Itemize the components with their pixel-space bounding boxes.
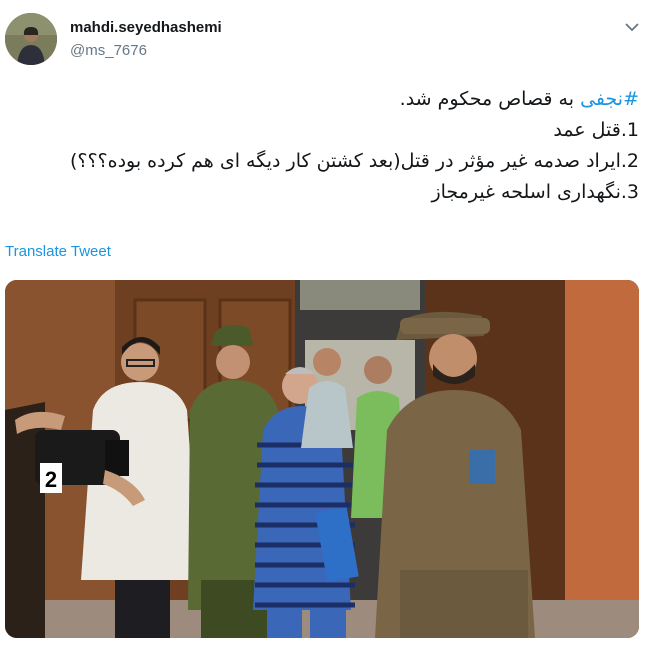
tweet-line-1: #نجفی به قصاص محکوم شد. — [0, 84, 639, 115]
hashtag-link[interactable]: #نجفی — [580, 88, 639, 110]
avatar[interactable] — [5, 13, 57, 65]
tweet-list-item: 3.نگهداری اسلحه غیرمجاز — [431, 181, 639, 203]
camera-badge-number: 2 — [45, 467, 57, 492]
tweet-text: #نجفی به قصاص محکوم شد. 1.قتل عمد 2.ایرا… — [0, 84, 639, 208]
translate-tweet-link[interactable]: Translate Tweet — [5, 243, 111, 260]
tweet-header: mahdi.seyedhashemi @ms_7676 — [0, 0, 647, 80]
user-handle[interactable]: @ms_7676 — [70, 42, 147, 59]
display-name[interactable]: mahdi.seyedhashemi — [70, 19, 222, 36]
tweet-list-item: 2.ایراد صدمه غیر مؤثر در قتل(بعد کشتن کا… — [69, 150, 639, 172]
chevron-down-icon[interactable] — [623, 20, 641, 34]
tweet-line-1-text: به قصاص محکوم شد. — [399, 88, 581, 110]
tweet-list-item: 1.قتل عمد — [553, 119, 639, 141]
tweet-photo[interactable]: 2 — [5, 280, 639, 638]
